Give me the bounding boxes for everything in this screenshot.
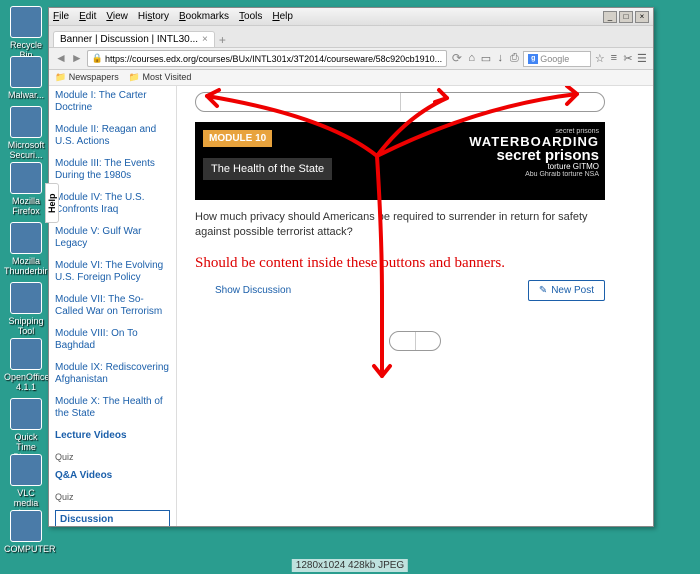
browser-window: File Edit View History Bookmarks Tools H… bbox=[48, 7, 654, 527]
bookmark-mostvisited[interactable]: 📁 Most Visited bbox=[129, 72, 192, 83]
sidebar-module[interactable]: Module III: The Events During the 1980s bbox=[55, 158, 170, 182]
url-bar: ◄ ► 🔒 https://courses.edx.org/courses/BU… bbox=[49, 48, 653, 70]
browser-tab[interactable]: Banner | Discussion | INTL30... × bbox=[53, 31, 215, 47]
desktop-icon[interactable]: Mozilla Thunderbird bbox=[4, 222, 48, 276]
main-panel: MODULE 10 The Health of the State secret… bbox=[177, 86, 653, 526]
help-tab[interactable]: Help bbox=[45, 183, 59, 223]
desktop-icon[interactable]: VLC media player bbox=[4, 454, 48, 518]
desktop-icon[interactable]: Malwar... bbox=[4, 56, 48, 100]
forward-button[interactable]: ► bbox=[71, 51, 83, 67]
tab-bar: Banner | Discussion | INTL30... × + bbox=[49, 26, 653, 48]
desktop-icon[interactable]: Mozilla Firefox bbox=[4, 162, 48, 216]
sidebar-module[interactable]: Module VI: The Evolving U.S. Foreign Pol… bbox=[55, 260, 170, 284]
reader-icon[interactable]: ▭ bbox=[481, 52, 491, 66]
address-field[interactable]: 🔒 https://courses.edx.org/courses/BUx/IN… bbox=[87, 50, 447, 67]
download-icon[interactable]: ↓ bbox=[495, 52, 505, 66]
new-tab-button[interactable]: + bbox=[219, 33, 226, 47]
menu-file[interactable]: File bbox=[53, 11, 69, 22]
sidebar-module[interactable]: Module IX: Rediscovering Afghanistan bbox=[55, 362, 170, 386]
menu-tools[interactable]: Tools bbox=[239, 11, 262, 22]
tab-close-icon[interactable]: × bbox=[202, 34, 208, 45]
close-button[interactable]: × bbox=[635, 11, 649, 23]
module-title: The Health of the State bbox=[203, 158, 332, 180]
course-sidebar: Module I: The Carter Doctrine Module II: … bbox=[49, 86, 177, 526]
desktop-icon[interactable]: Quick Time Player bbox=[4, 398, 48, 462]
desktop-icon[interactable]: Microsoft Securi... bbox=[4, 106, 48, 160]
word-cloud: secret prisons WATERBOARDING secret pris… bbox=[399, 128, 599, 194]
module-banner: MODULE 10 The Health of the State secret… bbox=[195, 122, 605, 200]
desktop-icon[interactable]: Snipping Tool bbox=[4, 282, 48, 336]
page-content: Module I: The Carter Doctrine Module II: … bbox=[49, 86, 653, 526]
sidebar-module[interactable]: Module X: The Health of the State bbox=[55, 396, 170, 420]
sidebar-module[interactable]: Module VIII: On To Baghdad bbox=[55, 328, 170, 352]
edit-icon: ✎ bbox=[539, 285, 547, 296]
new-post-button[interactable]: ✎ New Post bbox=[528, 280, 605, 301]
discussion-question: How much privacy should Americans be req… bbox=[195, 210, 605, 241]
home-icon[interactable]: ⌂ bbox=[467, 52, 477, 66]
sidebar-module[interactable]: Module IV: The U.S. Confronts Iraq bbox=[55, 192, 170, 216]
menu-view[interactable]: View bbox=[106, 11, 128, 22]
sidebar-quiz1[interactable]: Quiz bbox=[55, 452, 170, 462]
back-button[interactable]: ◄ bbox=[55, 51, 67, 67]
module-badge: MODULE 10 bbox=[203, 130, 272, 147]
url-text: https://courses.edx.org/courses/BUx/INTL… bbox=[105, 54, 442, 64]
sidebar-discussion[interactable]: Discussion bbox=[55, 510, 170, 526]
menubar: File Edit View History Bookmarks Tools H… bbox=[49, 8, 653, 26]
sidebar-lecture-videos[interactable]: Lecture Videos bbox=[55, 430, 170, 442]
sidebar-module[interactable]: Module I: The Carter Doctrine bbox=[55, 90, 170, 114]
discussion-row: Show Discussion ✎ New Post bbox=[195, 280, 605, 301]
list-icon[interactable]: ≡ bbox=[609, 52, 619, 66]
clip-icon[interactable]: ✂ bbox=[623, 52, 633, 66]
desktop-icon[interactable]: COMPUTER bbox=[4, 510, 48, 554]
bookmark-newspapers[interactable]: 📁 Newspapers bbox=[55, 72, 119, 83]
bookmarks-bar: 📁 Newspapers 📁 Most Visited bbox=[49, 70, 653, 86]
desktop-icon[interactable]: Recycle Bin bbox=[4, 6, 48, 60]
annotation-text: Should be content inside these buttons a… bbox=[195, 255, 635, 272]
nav-pill-bottom[interactable] bbox=[389, 331, 441, 351]
search-placeholder: Google bbox=[540, 54, 569, 64]
sidebar-quiz2[interactable]: Quiz bbox=[55, 492, 170, 502]
reload-button[interactable]: ⟳ bbox=[451, 51, 463, 67]
minimize-button[interactable]: _ bbox=[603, 11, 617, 23]
google-icon: g bbox=[528, 54, 538, 64]
lock-icon: 🔒 bbox=[92, 53, 103, 64]
sidebar-module[interactable]: Module II: Reagan and U.S. Actions bbox=[55, 124, 170, 148]
star-icon[interactable]: ☆ bbox=[595, 52, 605, 66]
menu-edit[interactable]: Edit bbox=[79, 11, 96, 22]
menu-help[interactable]: Help bbox=[272, 11, 293, 22]
menu-icon[interactable]: ☰ bbox=[637, 52, 647, 66]
maximize-button[interactable]: □ bbox=[619, 11, 633, 23]
search-field[interactable]: g Google bbox=[523, 51, 590, 67]
image-footer: 1280x1024 428kb JPEG bbox=[292, 559, 408, 572]
sidebar-qa-videos[interactable]: Q&A Videos bbox=[55, 470, 170, 482]
print-icon[interactable]: ⎙ bbox=[509, 52, 519, 66]
nav-pill-top[interactable] bbox=[195, 92, 605, 112]
sidebar-module[interactable]: Module VII: The So-Called War on Terrori… bbox=[55, 294, 170, 318]
tab-title: Banner | Discussion | INTL30... bbox=[60, 34, 198, 45]
menu-bookmarks[interactable]: Bookmarks bbox=[179, 11, 229, 22]
desktop-icon[interactable]: OpenOffice 4.1.1 bbox=[4, 338, 48, 392]
show-discussion-link[interactable]: Show Discussion bbox=[215, 285, 291, 296]
menu-history[interactable]: History bbox=[138, 11, 169, 22]
sidebar-module[interactable]: Module V: Gulf War Legacy bbox=[55, 226, 170, 250]
